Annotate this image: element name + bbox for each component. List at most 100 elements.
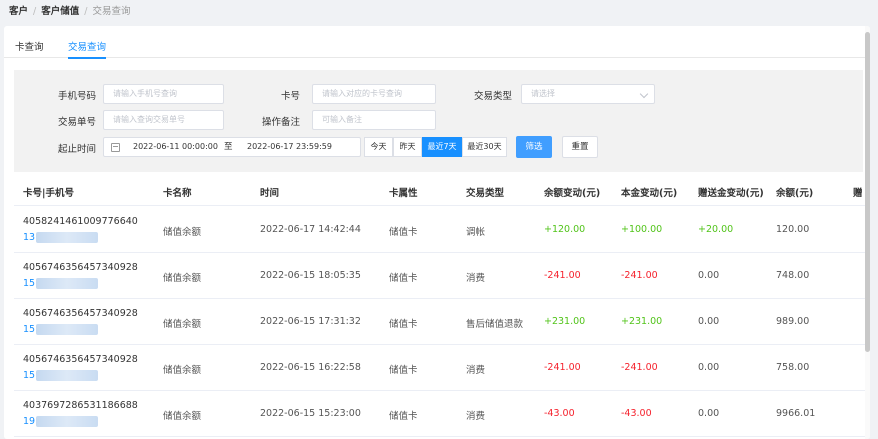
card-attribute: 储值卡 [389,227,418,238]
card-name: 储值余额 [163,411,202,422]
col-card-name: 卡名称 [163,188,192,199]
main-card: 卡查询 交易查询 手机号码 请输入手机号查询 卡号 请输入对应的卡号查询 交易类… [4,26,870,439]
principal-change: +100.00 [621,224,663,235]
col-balance-change: 余额变动(元) [544,188,601,199]
col-gift-truncated: 赠 [853,188,863,199]
card-number: 4058241461009776640 [23,216,138,227]
phone-prefix: 13 [23,232,36,243]
trade-type: 调帐 [466,227,486,238]
date-range-picker[interactable]: 2022-06-11 00:00:00 至 2022-06-17 23:59:5… [103,137,361,157]
quick-yesterday-button[interactable]: 昨天 [393,137,422,157]
breadcrumb-separator: / [33,6,37,17]
principal-change: +231.00 [621,316,663,327]
trade-type-select[interactable]: 请选择 [521,84,655,104]
breadcrumb-separator: / [84,6,88,17]
card-number: 4056746356457340928 [23,354,138,365]
chevron-down-icon [639,89,649,99]
phone-prefix: 15 [23,278,36,289]
card-attribute: 储值卡 [389,273,418,284]
masked-phone [36,278,99,289]
trade-type: 消费 [466,273,486,284]
phone-link[interactable]: 15 [23,278,99,289]
trade-time: 2022-06-15 15:23:00 [260,408,361,419]
col-card-attr: 卡属性 [389,188,418,199]
principal-change: -241.00 [621,362,658,373]
gift-change: 0.00 [698,408,720,419]
table-header: 卡号|手机号 卡名称 时间 卡属性 交易类型 余额变动(元) 本金变动(元) 赠… [14,180,870,206]
balance-change: +231.00 [544,316,586,327]
phone-prefix: 19 [23,416,36,427]
balance-amount: 9966.01 [776,408,816,419]
quick-last7-button[interactable]: 最近7天 [422,137,462,157]
trade-no-label: 交易单号 [57,117,96,128]
col-balance: 余额(元) [776,188,814,199]
card-number: 4037697286531186688 [23,400,138,411]
trade-type: 消费 [466,365,486,376]
masked-phone [36,416,99,427]
card-no-label: 卡号 [280,91,300,102]
gift-change: +20.00 [698,224,734,235]
phone-link[interactable]: 13 [23,232,99,243]
table-row[interactable]: 4056746356457340928 15 储值余额 2022-06-15 18:0… [14,253,870,299]
col-trade-type: 交易类型 [466,188,505,199]
trade-type: 售后储值退款 [466,319,524,330]
card-number: 4056746356457340928 [23,308,138,319]
balance-change: +120.00 [544,224,586,235]
masked-phone [36,324,99,335]
remark-label: 操作备注 [261,117,300,128]
trade-no-input[interactable]: 请输入查询交易单号 [103,110,224,130]
phone-link[interactable]: 15 [23,324,99,335]
trade-type-placeholder: 请选择 [531,89,555,98]
card-attribute: 储值卡 [389,365,418,376]
balance-change: -241.00 [544,362,581,373]
scrollbar[interactable] [865,26,870,439]
masked-phone [36,232,99,243]
tab-bar: 卡查询 交易查询 [4,26,870,59]
phone-link[interactable]: 19 [23,416,99,427]
table-row[interactable]: 4037697286531186688 19 储值余额 2022-06-15 15:2… [14,391,870,437]
card-name: 储值余额 [163,227,202,238]
calendar-icon [111,143,120,152]
table-row[interactable]: 4056746356457340928 15 储值余额 2022-06-15 17:3… [14,299,870,345]
balance-amount: 748.00 [776,270,810,281]
trade-time: 2022-06-15 16:22:58 [260,362,361,373]
card-attribute: 储值卡 [389,411,418,422]
date-range-start[interactable]: 2022-06-11 00:00:00 [133,138,218,156]
quick-today-button[interactable]: 今天 [364,137,393,157]
phone-input[interactable]: 请输入手机号查询 [103,84,224,104]
card-name: 储值余额 [163,319,202,330]
card-no-input[interactable]: 请输入对应的卡号查询 [312,84,436,104]
tab-active-indicator [68,57,106,59]
breadcrumb-item-current: 交易查询 [92,6,131,17]
tab-card-query[interactable]: 卡查询 [15,39,44,53]
table-row[interactable]: 4056746356457340928 15 储值余额 2022-06-15 16:2… [14,345,870,391]
remark-input[interactable]: 可输入备注 [312,110,436,130]
table-row[interactable]: 4058241461009776640 13 储值余额 2022-06-17 14:4… [14,207,870,253]
phone-prefix: 15 [23,370,36,381]
balance-change: -43.00 [544,408,575,419]
phone-link[interactable]: 15 [23,370,99,381]
date-range-end[interactable]: 2022-06-17 23:59:59 [247,138,332,156]
principal-change: -43.00 [621,408,652,419]
trade-time: 2022-06-17 14:42:44 [260,224,361,235]
card-name: 储值余额 [163,365,202,376]
trade-type-label: 交易类型 [473,91,512,102]
col-principal-change: 本金变动(元) [621,188,678,199]
breadcrumb-item-stored-value[interactable]: 客户储值 [41,6,79,17]
quick-last30-button[interactable]: 最近30天 [462,137,507,157]
scrollbar-thumb[interactable] [865,32,870,352]
trade-type: 消费 [466,411,486,422]
reset-button[interactable]: 重置 [562,136,598,158]
trade-time: 2022-06-15 17:31:32 [260,316,361,327]
balance-amount: 758.00 [776,362,810,373]
trade-time: 2022-06-15 18:05:35 [260,270,361,281]
tab-transaction-query[interactable]: 交易查询 [68,39,106,53]
col-card-phone: 卡号|手机号 [23,188,74,199]
filter-button[interactable]: 筛选 [516,136,552,158]
breadcrumb-item-customer[interactable]: 客户 [9,6,28,17]
card-name: 储值余额 [163,273,202,284]
col-time: 时间 [260,188,280,199]
principal-change: -241.00 [621,270,658,281]
phone-label: 手机号码 [57,91,96,102]
col-gift-change: 赠送金变动(元) [698,188,764,199]
